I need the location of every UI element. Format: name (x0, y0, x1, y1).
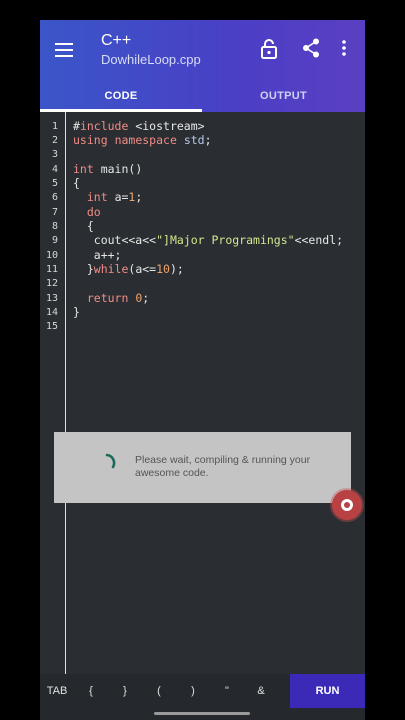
line-number: 9 (51, 235, 58, 246)
symbol-keybar: TAB { } ( ) " & RUN (40, 674, 365, 708)
tab-code[interactable]: CODE (40, 84, 202, 108)
record-icon (341, 499, 353, 511)
key-open-paren[interactable]: ( (142, 674, 176, 708)
language-title: C++ (101, 32, 132, 49)
home-gesture-pill[interactable] (154, 712, 250, 715)
line-number: 6 (51, 192, 58, 203)
key-tab[interactable]: TAB (40, 674, 74, 708)
code-line: }while(a<=10); (73, 262, 184, 276)
line-number: 14 (45, 307, 58, 318)
file-name: DowhileLoop.cpp (101, 52, 201, 67)
line-number: 11 (45, 264, 58, 275)
share-icon[interactable] (299, 36, 323, 60)
floating-action-button[interactable] (332, 490, 362, 520)
line-number: 4 (51, 164, 58, 175)
line-number: 7 (51, 207, 58, 218)
line-number: 3 (51, 149, 58, 160)
code-editor[interactable]: 1 2 3 4 5 6 7 8 9 10 11 12 13 14 15 #inc… (40, 112, 365, 674)
line-number: 5 (51, 178, 58, 189)
line-number: 10 (45, 250, 58, 261)
more-vert-icon[interactable] (336, 36, 352, 60)
key-ampersand[interactable]: & (244, 674, 278, 708)
code-line: a++; (73, 248, 122, 262)
run-button[interactable]: RUN (290, 674, 365, 708)
code-line: } (73, 305, 80, 319)
toast-message: Please wait, compiling & running your aw… (135, 454, 311, 479)
compiling-toast: Please wait, compiling & running your aw… (54, 432, 351, 503)
code-line: int a=1; (86, 190, 143, 204)
key-close-brace[interactable]: } (108, 674, 142, 708)
system-nav-bar (40, 708, 365, 720)
code-line: int main() (73, 162, 143, 176)
line-number: 2 (51, 135, 58, 146)
line-number: 8 (51, 221, 58, 232)
line-number: 13 (45, 293, 58, 304)
app-screen: C++ DowhileLoop.cpp CODE OUTPUT 1 2 3 4 … (40, 20, 365, 720)
app-bar: C++ DowhileLoop.cpp CODE OUTPUT (40, 20, 365, 112)
tab-output[interactable]: OUTPUT (202, 84, 365, 108)
code-line: cout<<a<<"]Major Programings"<<endl; (73, 233, 344, 247)
spinner-icon (96, 452, 118, 474)
code-line: do (86, 205, 101, 219)
code-line: using namespace std; (73, 133, 212, 147)
key-open-brace[interactable]: { (74, 674, 108, 708)
code-line: { (73, 219, 94, 233)
gutter-divider (65, 112, 66, 674)
code-line: #include <iostream> (73, 119, 205, 133)
menu-icon[interactable] (52, 38, 76, 62)
line-number: 15 (45, 321, 58, 332)
lock-icon[interactable] (258, 37, 280, 61)
code-line: { (73, 176, 80, 190)
line-number: 12 (45, 278, 58, 289)
line-number: 1 (51, 121, 58, 132)
key-close-paren[interactable]: ) (176, 674, 210, 708)
code-line: return 0; (86, 291, 150, 305)
key-quote[interactable]: " (210, 674, 244, 708)
